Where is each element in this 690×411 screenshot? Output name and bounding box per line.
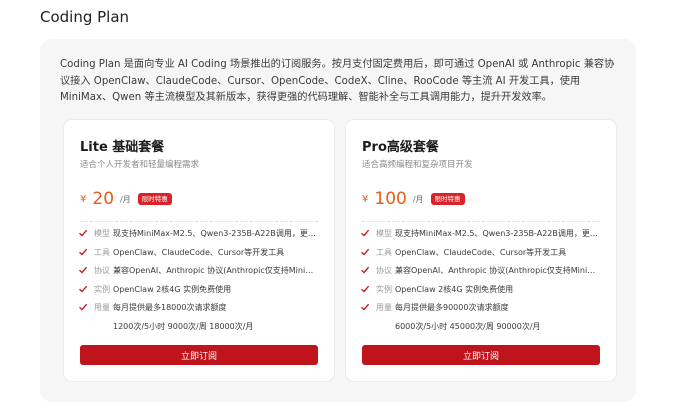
feature-text: 兼容OpenAI、Anthropic 协议(Anthropic仅支持MiniMa… [113,266,318,275]
feature-text: 每月提供最多90000次请求额度 [395,303,509,312]
currency-symbol: ¥ [80,193,87,205]
feature-list: 模型 现支持MiniMax-M2.5、Qwen3-235B-A22B调用，更多.… [78,228,318,337]
check-icon [361,303,370,311]
feature-list: 模型 现支持MiniMax-M2.5、Qwen3-235B-A22B调用，更多.… [360,228,600,337]
check-icon [79,266,88,274]
feature-label: 用量 [94,303,110,312]
feature-text: 现支持MiniMax-M2.5、Qwen3-235B-A22B调用，更多... [395,229,600,238]
feature-text: OpenClaw 2核4G 实例免费使用 [395,284,514,294]
divider [362,221,600,222]
feature-item: 用量 每月提供最多18000次请求额度 [78,302,318,321]
plan-subtitle: 适合个人开发者和轻量编程需求 [80,160,200,170]
quota-detail: 1200次/5小时 9000次/周 18000次/月 [113,321,254,331]
check-icon [79,229,88,237]
feature-item: 协议 兼容OpenAI、Anthropic 协议(Anthropic仅支持Min… [360,265,600,284]
feature-item: 模型 现支持MiniMax-M2.5、Qwen3-235B-A22B调用，更多.… [78,228,318,247]
feature-text: OpenClaw、ClaudeCode、Cursor等开发工具 [113,247,285,257]
price-amount: 100 [374,189,407,209]
subscribe-button[interactable]: 立即订阅 [362,345,600,365]
feature-text: 每月提供最多18000次请求额度 [113,303,227,312]
feature-text: 现支持MiniMax-M2.5、Qwen3-235B-A22B调用，更多... [113,229,318,238]
feature-item: 工具 OpenClaw、ClaudeCode、Cursor等开发工具 [360,247,600,266]
feature-label: 实例 [376,284,392,294]
coding-plan-panel: Coding Plan 是面向专业 AI Coding 场景推出的订阅服务。按月… [40,39,636,402]
feature-text: OpenClaw 2核4G 实例免费使用 [113,284,232,294]
feature-item: 实例 OpenClaw 2核4G 实例免费使用 [78,284,318,303]
subscribe-button[interactable]: 立即订阅 [80,345,318,365]
price-unit: /月 [412,194,424,204]
check-icon [361,229,370,237]
price-row: ¥ 20 /月 限时特惠 [80,187,172,211]
price-unit: /月 [120,194,131,204]
feature-item: 实例 OpenClaw 2核4G 实例免费使用 [360,284,600,303]
feature-text: 兼容OpenAI、Anthropic 协议(Anthropic仅支持MiniMa… [395,266,600,275]
check-icon [79,303,88,311]
plan-subtitle: 适合高频编程和复杂项目开发 [362,160,473,170]
feature-item: 工具 OpenClaw、ClaudeCode、Cursor等开发工具 [78,247,318,266]
plan-title: Lite 基础套餐 [80,140,165,155]
check-icon [361,248,370,256]
quota-detail: 6000次/5小时 45000次/周 90000次/月 [395,321,541,331]
feature-label: 模型 [94,229,110,238]
plan-card-lite: Lite 基础套餐 适合个人开发者和轻量编程需求 ¥ 20 /月 限时特惠 模型… [63,119,335,382]
price-amount: 20 [92,189,115,209]
plan-card-pro: Pro高级套餐 适合高频编程和复杂项目开发 ¥ 100 /月 限时特惠 模型 现… [345,119,617,382]
page-title: Coding Plan [40,8,130,26]
feature-label: 用量 [376,303,392,312]
feature-label: 实例 [94,284,110,294]
check-icon [79,248,88,256]
feature-label: 协议 [376,266,392,275]
feature-text: OpenClaw、ClaudeCode、Cursor等开发工具 [395,247,567,257]
feature-label: 模型 [376,229,392,238]
check-icon [361,285,370,293]
promo-badge: 限时特惠 [137,193,172,205]
feature-item: 用量 每月提供最多90000次请求额度 [360,302,600,321]
check-icon [79,285,88,293]
plan-title: Pro高级套餐 [362,140,439,155]
feature-item: 模型 现支持MiniMax-M2.5、Qwen3-235B-A22B调用，更多.… [360,228,600,247]
feature-label: 工具 [94,247,110,257]
feature-label: 工具 [376,247,392,257]
promo-badge: 限时特惠 [430,193,465,205]
intro-text: Coding Plan 是面向专业 AI Coding 场景推出的订阅服务。按月… [60,59,615,103]
currency-symbol: ¥ [362,193,369,205]
divider [80,221,318,222]
price-row: ¥ 100 /月 限时特惠 [362,187,465,211]
feature-label: 协议 [94,266,110,275]
check-icon [361,266,370,274]
feature-item: 协议 兼容OpenAI、Anthropic 协议(Anthropic仅支持Min… [78,265,318,284]
